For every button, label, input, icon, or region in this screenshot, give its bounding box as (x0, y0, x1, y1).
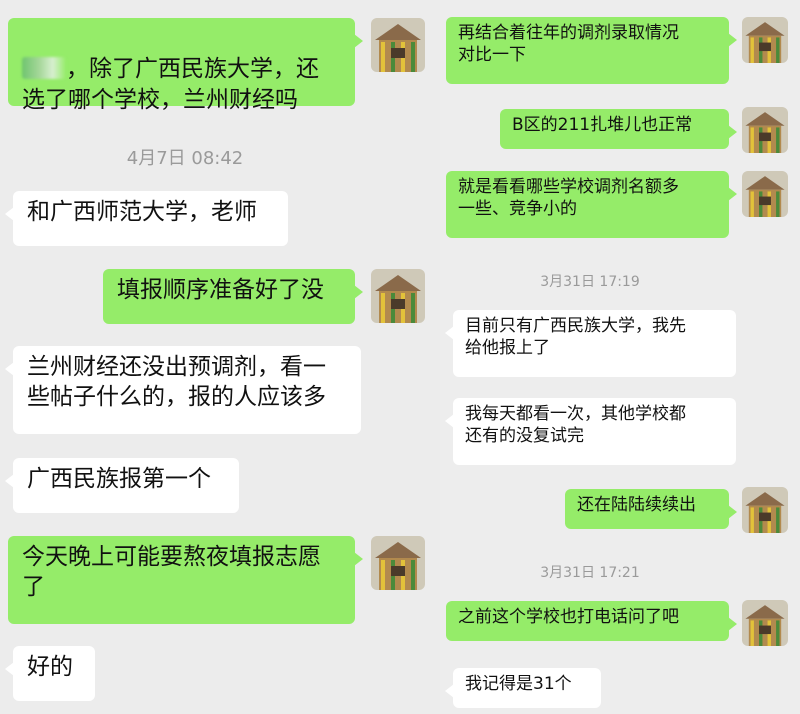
wooden-hut-avatar-icon (742, 600, 788, 646)
right-chat-panel: 再结合着往年的调剂录取情况 对比一下 B区的211扎堆儿也正常 就是看看哪些学校… (440, 0, 800, 714)
avatar[interactable] (371, 269, 425, 323)
timestamp: 3月31日 17:19 (540, 274, 640, 290)
wooden-hut-avatar-icon (371, 269, 425, 323)
timestamp: 3月31日 17:21 (540, 565, 640, 581)
wooden-hut-avatar-icon (742, 487, 788, 533)
message-bubble-received[interactable]: 我记得是31个 (445, 668, 601, 708)
message-bubble-received[interactable]: 和广西师范大学，老师 (5, 191, 288, 246)
wooden-hut-avatar-icon (371, 536, 425, 590)
timestamp: 4月7日 08:42 (126, 148, 244, 169)
wooden-hut-avatar-icon (371, 18, 425, 72)
message-bubble-sent[interactable]: 今天晚上可能要熬夜填报志愿 了 (8, 536, 363, 624)
message-text: ，除了广西民族大学，还 选了哪个学校，兰州财经吗 (22, 56, 319, 113)
message-bubble-sent[interactable]: 还在陆陆续续出 (565, 489, 737, 529)
wooden-hut-avatar-icon (742, 107, 788, 153)
left-chat-panel: ，除了广西民族大学，还 选了哪个学校，兰州财经吗 4月7日 08:42 和广西师… (0, 0, 440, 714)
message-bubble-sent[interactable]: 之前这个学校也打电话问了吧 (446, 601, 737, 641)
avatar[interactable] (742, 171, 788, 217)
avatar[interactable] (742, 17, 788, 63)
message-bubble-received[interactable]: 好的 (5, 646, 95, 701)
avatar[interactable] (742, 600, 788, 646)
message-bubble-received[interactable]: 我每天都看一次，其他学校都 还有的没复试完 (445, 398, 736, 465)
message-bubble-sent[interactable]: B区的211扎堆儿也正常 (500, 109, 737, 149)
message-bubble-sent[interactable]: 填报顺序准备好了没 (103, 269, 363, 324)
message-bubble-sent[interactable]: 再结合着往年的调剂录取情况 对比一下 (446, 17, 737, 84)
message-bubble-sent[interactable]: ，除了广西民族大学，还 选了哪个学校，兰州财经吗 (8, 18, 363, 113)
wooden-hut-avatar-icon (742, 171, 788, 217)
avatar[interactable] (742, 487, 788, 533)
avatar[interactable] (371, 536, 425, 590)
avatar[interactable] (742, 107, 788, 153)
message-bubble-received[interactable]: 广西民族报第一个 (5, 458, 239, 513)
message-bubble-received[interactable]: 目前只有广西民族大学，我先 给他报上了 (445, 310, 736, 377)
message-bubble-received[interactable]: 兰州财经还没出预调剂，看一 些帖子什么的，报的人应该多 (5, 346, 361, 434)
avatar[interactable] (371, 18, 425, 72)
wooden-hut-avatar-icon (742, 17, 788, 63)
message-bubble-sent[interactable]: 就是看看哪些学校调剂名额多 一些、竞争小的 (446, 171, 737, 238)
redacted-name (22, 57, 66, 80)
